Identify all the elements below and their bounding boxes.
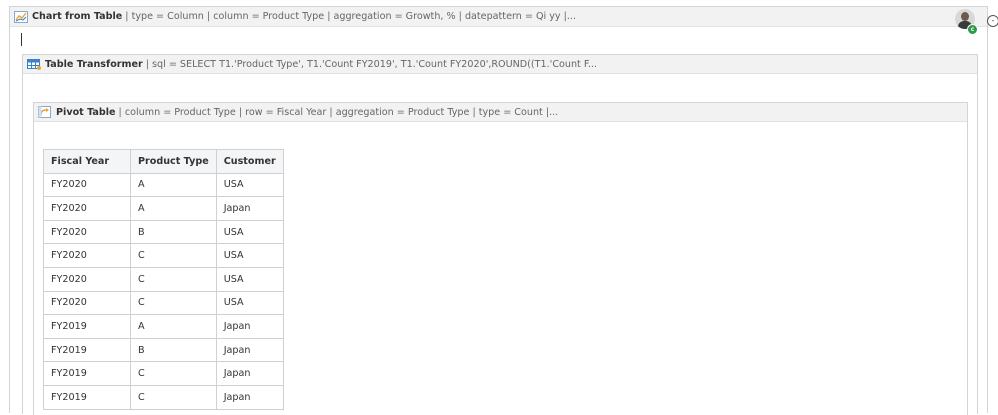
pivot-macro-title: Pivot Table (56, 106, 116, 118)
chart-from-table-macro: Chart from Table | type = Column | colum… (9, 6, 998, 415)
cell-fiscal-year: FY2020 (43, 219, 131, 245)
user-status-badge: c (967, 24, 978, 35)
cell-customer: USA (215, 219, 284, 245)
cell-product-type: A (130, 196, 217, 221)
pivot-macro-params: | column = Product Type | row = Fiscal Y… (118, 106, 559, 118)
cell-product-type: C (130, 361, 217, 386)
table-header-row: Fiscal Year Product Type Customer (43, 149, 284, 174)
cell-customer: Japan (215, 361, 284, 386)
table-row: FY2019 C Japan (43, 361, 284, 386)
table-row: FY2020 C USA (43, 243, 284, 268)
cell-fiscal-year: FY2020 (43, 266, 131, 292)
data-table: Fiscal Year Product Type Customer FY2020… (43, 149, 284, 410)
cell-fiscal-year: FY2019 (43, 361, 131, 386)
cell-customer: USA (215, 290, 284, 316)
chart-macro-title: Chart from Table (32, 11, 123, 22)
cell-fiscal-year: FY2020 (43, 196, 131, 221)
transformer-macro-header[interactable]: Table Transformer | sql = SELECT T1.'Pro… (23, 55, 977, 74)
table-row: FY2020 C USA (43, 266, 284, 292)
cell-product-type: C (130, 243, 217, 268)
cell-product-type: A (130, 314, 217, 339)
table-row: FY2019 A Japan (43, 314, 284, 339)
cell-product-type: B (130, 337, 217, 363)
cell-fiscal-year: FY2020 (43, 243, 131, 268)
cell-fiscal-year: FY2019 (43, 314, 131, 339)
pivot-table-icon (38, 106, 52, 118)
pivot-table-macro: Pivot Table | column = Product Type | ro… (33, 102, 968, 415)
table-transformer-macro: Table Transformer | sql = SELECT T1.'Pro… (22, 54, 978, 415)
table-row: FY2020 B USA (43, 219, 284, 245)
table-row: FY2019 C Japan (43, 384, 284, 410)
cell-customer: Japan (215, 384, 284, 410)
cell-customer: USA (215, 243, 284, 268)
cell-product-type: C (130, 266, 217, 292)
cell-product-type: C (130, 384, 217, 410)
chart-macro-header[interactable]: Chart from Table | type = Column | colum… (10, 7, 987, 27)
table-row: FY2020 C USA (43, 290, 284, 316)
data-table-container: Fiscal Year Product Type Customer FY2020… (43, 149, 284, 410)
cell-customer: Japan (215, 196, 284, 221)
table-row: FY2020 A Japan (43, 196, 284, 221)
pivot-macro-header[interactable]: Pivot Table | column = Product Type | ro… (34, 103, 967, 122)
column-header-fiscal-year[interactable]: Fiscal Year (43, 149, 131, 174)
transformer-macro-params: | sql = SELECT T1.'Product Type', T1.'Co… (145, 58, 597, 70)
table-transform-icon (27, 58, 41, 70)
transformer-macro-title: Table Transformer (45, 58, 143, 70)
column-header-customer[interactable]: Customer (215, 149, 284, 174)
chart-macro-params: | type = Column | column = Product Type … (125, 11, 577, 22)
column-header-product-type[interactable]: Product Type (130, 149, 217, 174)
cell-customer: Japan (215, 314, 284, 339)
text-cursor (21, 33, 22, 46)
cell-product-type: B (130, 219, 217, 245)
line-chart-icon (14, 10, 28, 23)
cell-fiscal-year: FY2019 (43, 337, 131, 363)
collapse-button[interactable]: - (987, 15, 998, 27)
cell-product-type: A (130, 172, 217, 198)
cell-customer: USA (215, 172, 284, 198)
cell-customer: Japan (215, 337, 284, 363)
cell-fiscal-year: FY2020 (43, 172, 131, 198)
table-row: FY2020 A USA (43, 172, 284, 198)
cell-customer: USA (215, 266, 284, 292)
cell-fiscal-year: FY2019 (43, 384, 131, 410)
table-row: FY2019 B Japan (43, 337, 284, 363)
cell-fiscal-year: FY2020 (43, 290, 131, 316)
cell-product-type: C (130, 290, 217, 316)
